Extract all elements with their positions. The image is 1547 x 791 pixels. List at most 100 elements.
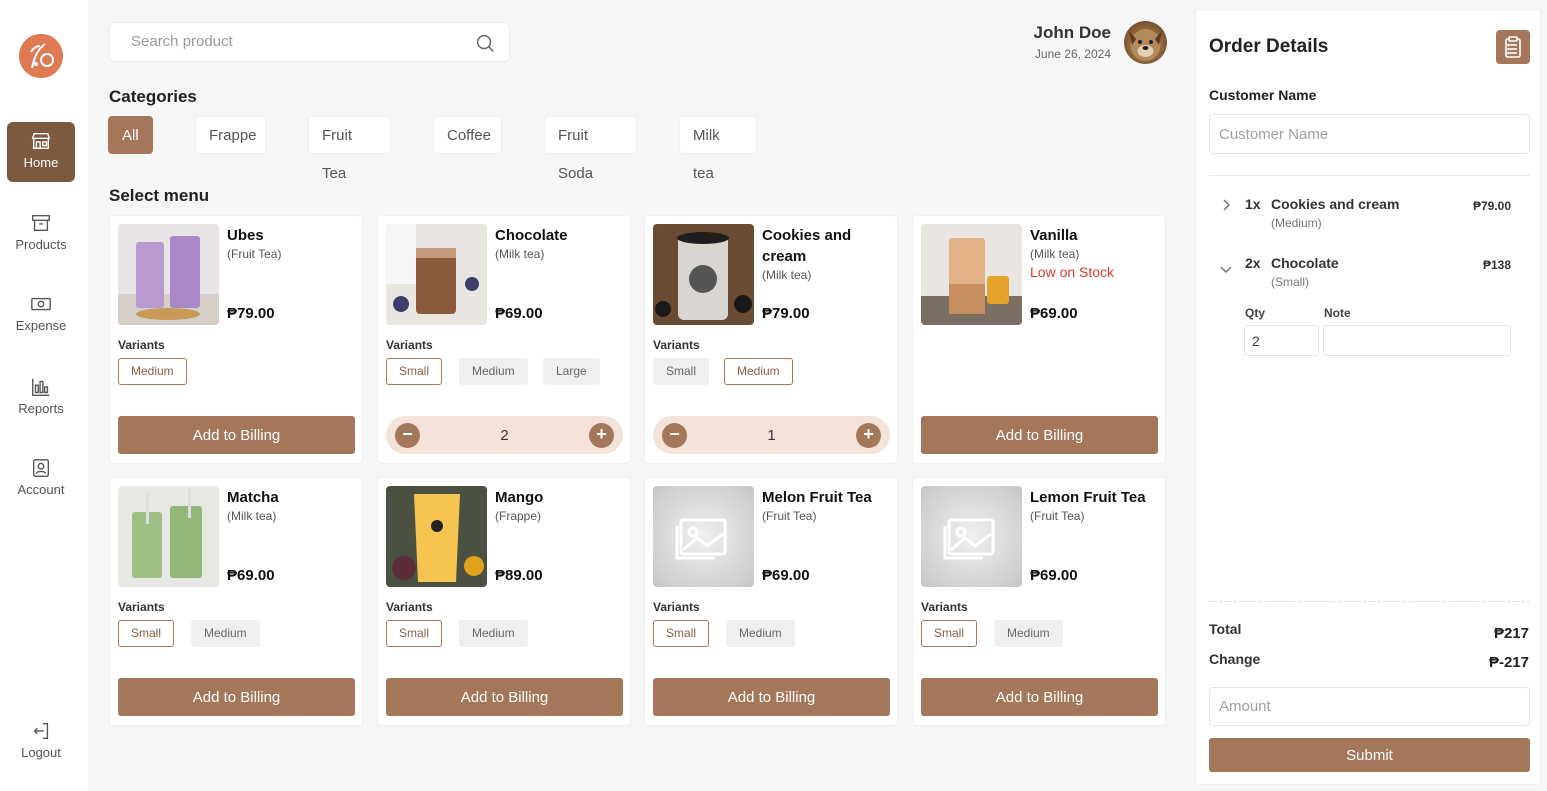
- variants-label: Variants: [118, 338, 165, 352]
- product-category: (Milk tea): [762, 268, 812, 282]
- product-category: (Milk tea): [495, 247, 545, 261]
- sidebar: Home Products Expense Reports Account Lo…: [0, 0, 88, 791]
- quantity-value: 1: [767, 427, 776, 444]
- product-price: ₱69.00: [1030, 567, 1078, 584]
- order-item-price: ₱79.00: [1472, 199, 1511, 213]
- search-icon[interactable]: [474, 32, 496, 54]
- product-price: ₱89.00: [495, 567, 543, 584]
- categories-title: Categories: [109, 87, 197, 106]
- variants-label: Variants: [118, 600, 165, 614]
- product-price: ₱69.00: [495, 305, 543, 322]
- product-image: [386, 486, 487, 587]
- product-price: ₱79.00: [762, 305, 810, 322]
- amount-input[interactable]: [1209, 687, 1530, 726]
- variants-label: Variants: [653, 600, 700, 614]
- variant-medium[interactable]: Medium: [726, 620, 795, 647]
- sidebar-item-expense[interactable]: Expense: [7, 285, 75, 345]
- order-item-qty: 1x: [1245, 196, 1261, 212]
- variant-medium[interactable]: Medium: [118, 358, 187, 385]
- total-value: ₱217: [1493, 625, 1529, 642]
- variant-small[interactable]: Small: [386, 620, 443, 647]
- order-item-size: (Small): [1271, 275, 1309, 289]
- product-card-matcha: Matcha (Milk tea) ₱69.00 Variants Small …: [109, 477, 363, 726]
- product-name: Cookies and cream: [762, 227, 852, 265]
- product-category: (Fruit Tea): [227, 247, 282, 261]
- increment-button[interactable]: +: [856, 423, 881, 448]
- product-name: Ubes: [227, 227, 264, 244]
- customer-name-input[interactable]: [1209, 114, 1530, 154]
- variant-large[interactable]: Large: [543, 358, 600, 385]
- variant-small[interactable]: Small: [653, 620, 710, 647]
- product-name: Vanilla: [1030, 227, 1078, 244]
- sidebar-item-products[interactable]: Products: [7, 204, 75, 264]
- category-fruit-tea[interactable]: Fruit Tea: [308, 116, 391, 182]
- product-card-melon-fruit-tea: Melon Fruit Tea (Fruit Tea) ₱69.00 Varia…: [644, 477, 898, 726]
- add-to-billing-button[interactable]: Add to Billing: [386, 678, 623, 716]
- add-to-billing-button[interactable]: Add to Billing: [921, 416, 1158, 454]
- variant-small[interactable]: Small: [653, 358, 710, 385]
- category-all[interactable]: All: [108, 116, 153, 154]
- variant-medium[interactable]: Medium: [459, 358, 528, 385]
- product-card-lemon-fruit-tea: Lemon Fruit Tea (Fruit Tea) ₱69.00 Varia…: [912, 477, 1166, 726]
- category-fruit-soda[interactable]: Fruit Soda: [544, 116, 637, 182]
- category-frappe[interactable]: Frappe: [195, 116, 266, 154]
- product-card-cookies-and-cream: Cookies and cream (Milk tea) ₱79.00 Vari…: [644, 215, 898, 464]
- submit-button[interactable]: Submit: [1209, 738, 1530, 772]
- product-image: [653, 224, 754, 325]
- product-category: (Milk tea): [227, 509, 277, 523]
- product-category: (Fruit Tea): [1030, 509, 1085, 523]
- variants-label: Variants: [653, 338, 700, 352]
- variant-medium[interactable]: Medium: [191, 620, 260, 647]
- add-to-billing-button[interactable]: Add to Billing: [653, 678, 890, 716]
- logout-label: Logout: [21, 745, 61, 760]
- variant-medium[interactable]: Medium: [459, 620, 528, 647]
- sidebar-item-reports[interactable]: Reports: [7, 368, 75, 428]
- add-to-billing-button[interactable]: Add to Billing: [118, 416, 355, 454]
- variant-small[interactable]: Small: [386, 358, 443, 385]
- variant-medium[interactable]: Medium: [994, 620, 1063, 647]
- product-price: ₱69.00: [762, 567, 810, 584]
- category-coffee[interactable]: Coffee: [433, 116, 502, 154]
- add-to-billing-button[interactable]: Add to Billing: [921, 678, 1158, 716]
- change-label: Change: [1209, 651, 1261, 667]
- variant-small[interactable]: Small: [921, 620, 978, 647]
- search-input[interactable]: [131, 33, 461, 50]
- product-name: Chocolate: [495, 227, 568, 244]
- order-item[interactable]: 2x Chocolate (Small) ₱138: [1209, 255, 1530, 291]
- logout-icon: [33, 722, 49, 740]
- avatar[interactable]: [1124, 21, 1167, 64]
- chevron-right-icon[interactable]: [1219, 198, 1233, 212]
- order-item-qty: 2x: [1245, 255, 1261, 271]
- sidebar-item-account[interactable]: Account: [7, 449, 75, 509]
- variant-small[interactable]: Small: [118, 620, 175, 647]
- divider: [1209, 175, 1530, 176]
- store-icon: [31, 132, 51, 150]
- increment-button[interactable]: +: [589, 423, 614, 448]
- note-input[interactable]: [1323, 325, 1511, 356]
- order-item-size: (Medium): [1271, 216, 1322, 230]
- category-milk-tea[interactable]: Milk tea: [679, 116, 757, 182]
- customer-name-label: Customer Name: [1209, 87, 1317, 103]
- product-card-chocolate: Chocolate (Milk tea) ₱69.00 Variants Sma…: [377, 215, 631, 464]
- clipboard-icon: [1505, 36, 1521, 58]
- order-title: Order Details: [1209, 36, 1329, 57]
- qty-label: Qty: [1245, 306, 1266, 320]
- chevron-down-icon[interactable]: [1219, 262, 1233, 276]
- logout-button[interactable]: Logout: [7, 712, 75, 772]
- clipboard-button[interactable]: [1496, 30, 1530, 64]
- add-to-billing-button[interactable]: Add to Billing: [118, 678, 355, 716]
- product-price: ₱69.00: [1030, 305, 1078, 322]
- variant-medium[interactable]: Medium: [724, 358, 793, 385]
- note-label: Note: [1324, 306, 1351, 320]
- qty-input[interactable]: [1244, 325, 1319, 356]
- placeholder-image: [921, 486, 1022, 587]
- product-category: (Milk tea): [1030, 247, 1080, 261]
- order-item[interactable]: 1x Cookies and cream (Medium) ₱79.00: [1209, 196, 1530, 232]
- banknote-icon: [31, 297, 51, 311]
- sidebar-item-label: Expense: [15, 318, 67, 333]
- product-card-mango: Mango (Frappe) ₱89.00 Variants Small Med…: [377, 477, 631, 726]
- sidebar-item-home[interactable]: Home: [7, 122, 75, 182]
- current-date: June 26, 2024: [1034, 47, 1111, 61]
- brand-logo: [19, 34, 63, 78]
- order-item-price: ₱138: [1482, 258, 1511, 272]
